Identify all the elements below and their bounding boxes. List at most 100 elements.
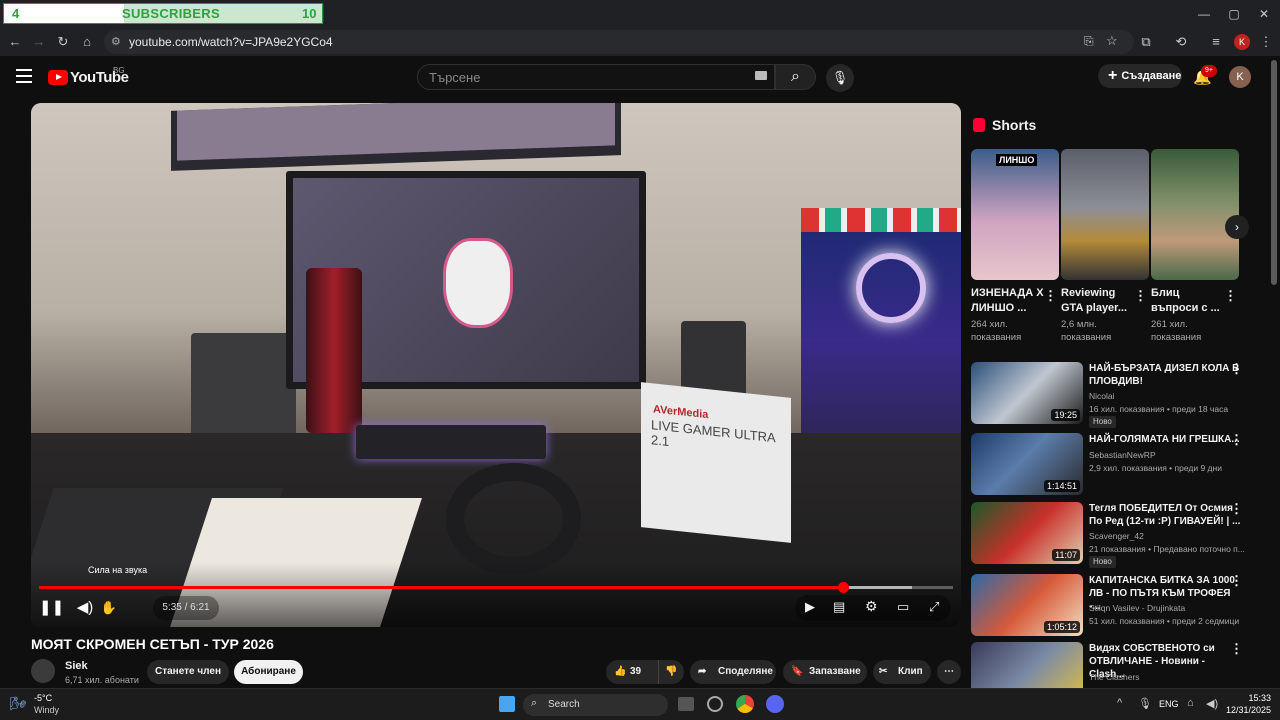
chrome-icon[interactable] xyxy=(736,695,754,713)
clip-label: Клип xyxy=(898,666,923,677)
extensions-icon[interactable]: ⧉ xyxy=(1138,34,1154,50)
item-menu-icon[interactable]: ⋮ xyxy=(1230,502,1243,515)
language-indicator[interactable]: ENG xyxy=(1159,699,1179,709)
volume-icon[interactable]: ◀) xyxy=(73,596,97,620)
progress-bar[interactable] xyxy=(39,582,953,593)
channel-link[interactable]: Stilqn Vasilev - Drujinkata xyxy=(1089,603,1185,613)
voice-search-button[interactable]: 🎙 xyxy=(826,64,854,92)
forward-icon[interactable]: → xyxy=(31,34,47,50)
close-window-button[interactable]: ✕ xyxy=(1256,6,1272,22)
pause-icon[interactable]: ❚❚ xyxy=(39,596,64,620)
create-button[interactable]: + Създаване xyxy=(1098,64,1182,88)
clip-button[interactable]: ✂ Клип xyxy=(873,660,931,684)
more-actions-icon[interactable]: ⋯ xyxy=(937,660,961,684)
scrubber-handle[interactable] xyxy=(838,582,849,593)
task-view-icon[interactable] xyxy=(678,697,694,711)
account-avatar[interactable]: K xyxy=(1229,66,1251,88)
video-player[interactable]: AVerMedia LIVE GAMER ULTRA 2.1 Сила на з… xyxy=(31,103,961,627)
bookmark-star-icon[interactable]: ☆ xyxy=(1106,33,1118,49)
list-item[interactable]: 1:14:51 НАЙ-ГОЛЯМАТА НИ ГРЕШКА... Sebast… xyxy=(971,433,1261,498)
save-button[interactable]: 🔖 Запазване xyxy=(783,660,867,684)
short-title[interactable]: Блиц въпроси с ... xyxy=(1151,286,1229,316)
short-thumbnail[interactable] xyxy=(1061,149,1149,280)
video-thumbnail[interactable]: 19:25 xyxy=(971,362,1083,424)
short-menu-icon[interactable]: ⋮ xyxy=(1134,289,1147,302)
item-menu-icon[interactable]: ⋮ xyxy=(1230,642,1243,655)
home-icon[interactable]: ⌂ xyxy=(79,34,95,50)
share-button[interactable]: ➦ Споделяне xyxy=(690,660,776,684)
theater-mode-icon[interactable]: ▭ xyxy=(897,599,909,615)
settings-gear-icon[interactable]: ⚙ xyxy=(865,598,878,615)
join-button[interactable]: Станете член xyxy=(147,660,229,684)
reload-icon[interactable]: ↻ xyxy=(55,34,71,50)
taskbar-search[interactable]: ⌕ Search xyxy=(523,694,668,716)
video-meta: 51 хил. показвания • преди 2 седмици xyxy=(1089,616,1240,626)
list-item[interactable]: 11:07 Тегля ПОБЕДИТЕЛ От Осмия По Ред (1… xyxy=(971,502,1261,568)
channel-link[interactable]: The Clashers xyxy=(1089,672,1140,682)
microphone-prop xyxy=(306,268,362,433)
site-info-icon[interactable]: ⚙ xyxy=(111,35,121,48)
short-thumbnail[interactable]: ЛИНШО xyxy=(971,149,1059,280)
autoplay-toggle-icon[interactable]: ▶ xyxy=(805,599,815,615)
profile-avatar[interactable]: K xyxy=(1234,34,1250,50)
channel-link[interactable]: SebastianNewRP xyxy=(1089,450,1156,460)
menu-icon[interactable] xyxy=(16,69,32,83)
search-button[interactable]: ⌕ xyxy=(775,64,816,90)
start-windows-icon[interactable] xyxy=(499,696,515,712)
channel-link[interactable]: Scavenger_42 xyxy=(1089,531,1144,541)
short-views: 261 хил. показвания xyxy=(1151,319,1202,343)
browser-tab[interactable]: 4 SUBSCRIBERS 10 xyxy=(3,3,324,24)
app-icon[interactable] xyxy=(707,696,723,712)
fullscreen-icon[interactable]: ⤢ xyxy=(929,599,939,615)
subtitles-icon[interactable]: ▤ xyxy=(833,599,845,615)
minimize-button[interactable]: — xyxy=(1196,6,1212,22)
item-menu-icon[interactable]: ⋮ xyxy=(1230,574,1243,587)
maximize-button[interactable]: ▢ xyxy=(1226,6,1242,22)
install-app-icon[interactable]: ⎘ xyxy=(1084,34,1094,49)
channel-avatar[interactable] xyxy=(31,659,55,683)
weather-icon[interactable]: 🌬 xyxy=(10,696,27,712)
volume-slider[interactable]: ✋ xyxy=(97,596,121,620)
video-thumbnail[interactable] xyxy=(971,642,1083,688)
shorts-next-arrow-icon[interactable]: › xyxy=(1225,215,1249,239)
media-control-icon[interactable]: ≡ xyxy=(1208,34,1224,50)
short-menu-icon[interactable]: ⋮ xyxy=(1044,289,1057,302)
search-input[interactable]: Търсене xyxy=(417,64,775,90)
list-item[interactable]: 19:25 НАЙ-БЪРЗАТА ДИЗЕЛ КОЛА В ПЛОВДИВ! … xyxy=(971,362,1261,428)
item-menu-icon[interactable]: ⋮ xyxy=(1230,433,1243,446)
short-thumbnail[interactable] xyxy=(1151,149,1239,280)
page-scrollbar[interactable] xyxy=(1271,60,1277,285)
list-item[interactable]: 1:05:12 КАПИТАНСКА БИТКА ЗА 1000 ЛВ - ПО… xyxy=(971,574,1261,639)
short-title[interactable]: Reviewing GTA player... xyxy=(1061,286,1139,316)
short-title[interactable]: ИЗНЕНАДА Х ЛИНШО ... xyxy=(971,286,1049,316)
browser-menu-icon[interactable]: ⋮ xyxy=(1258,34,1274,50)
video-thumbnail[interactable]: 1:05:12 xyxy=(971,574,1083,636)
youtube-logo[interactable]: YouTube BG xyxy=(48,66,129,87)
back-icon[interactable]: ← xyxy=(7,34,23,50)
history-icon[interactable]: ⟲ xyxy=(1173,34,1189,50)
tray-chevron-icon[interactable]: ^ xyxy=(1117,697,1122,709)
video-title-link[interactable]: НАЙ-ГОЛЯМАТА НИ ГРЕШКА... xyxy=(1089,433,1241,446)
clock-time[interactable]: 15:33 xyxy=(1245,693,1271,703)
video-thumbnail[interactable]: 1:14:51 xyxy=(971,433,1083,495)
keyboard-icon[interactable] xyxy=(755,71,767,80)
speaker-icon[interactable]: ◀) xyxy=(1206,697,1218,710)
video-title-link[interactable]: Тегля ПОБЕДИТЕЛ От Осмия По Ред (12-ти :… xyxy=(1089,502,1241,528)
channel-link[interactable]: Nicolai xyxy=(1089,391,1115,401)
video-title-link[interactable]: НАЙ-БЪРЗАТА ДИЗЕЛ КОЛА В ПЛОВДИВ! xyxy=(1089,362,1241,388)
short-views: 264 хил. показвания xyxy=(971,319,1022,343)
address-bar[interactable]: ⚙ youtube.com/watch?v=JPA9e2YGCo4 ⎘ ☆ xyxy=(104,30,1134,54)
channel-name[interactable]: Siek xyxy=(65,660,88,672)
video-thumbnail[interactable]: 11:07 xyxy=(971,502,1083,564)
subscribe-button[interactable]: Абониране xyxy=(234,660,303,684)
mic-tray-icon[interactable]: 🎙 xyxy=(1138,697,1152,710)
item-menu-icon[interactable]: ⋮ xyxy=(1230,362,1243,375)
tab-count-right: 10 xyxy=(302,6,317,21)
dislike-icon[interactable]: 👎 xyxy=(658,660,677,684)
network-icon[interactable]: ⌂ xyxy=(1187,697,1194,709)
discord-icon[interactable] xyxy=(766,695,784,713)
clock-date[interactable]: 12/31/2025 xyxy=(1225,705,1271,715)
list-item[interactable]: Видях СОБСТВЕНОТО си ОТВЛИЧАНЕ - Новини … xyxy=(971,642,1261,688)
short-menu-icon[interactable]: ⋮ xyxy=(1224,289,1237,302)
like-icon[interactable]: 👍 xyxy=(614,660,626,684)
